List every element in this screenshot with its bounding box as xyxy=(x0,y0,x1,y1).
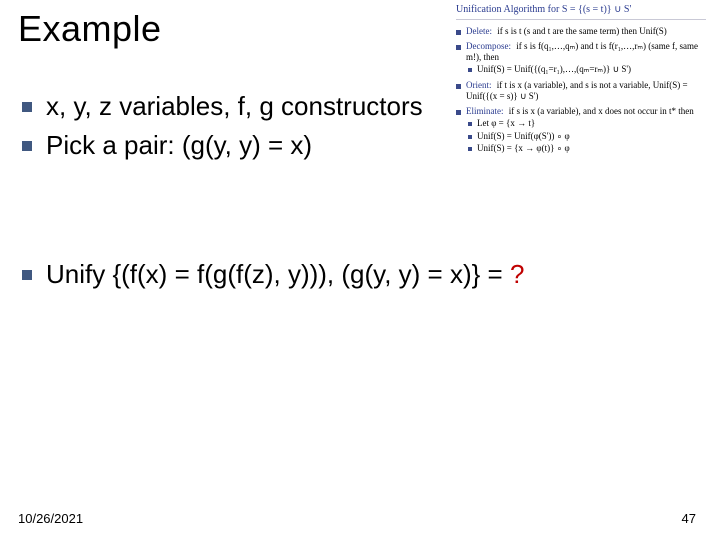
square-bullet-icon xyxy=(468,68,472,72)
ref-subitem: Unif(S) = {x → φ(t)} ∘ φ xyxy=(468,143,706,154)
ref-body: Let φ = {x → t} xyxy=(477,118,535,129)
slide: Example x, y, z variables, f, g construc… xyxy=(0,0,720,540)
footer-date: 10/26/2021 xyxy=(18,511,83,526)
ref-body: Unif(S) = Unif(φ(S')) ∘ φ xyxy=(477,131,570,142)
bullet-item-3: Unify {(f(x) = f(g(f(z), y))), (g(y, y) … xyxy=(22,258,690,291)
bullet-text: Pick a pair: (g(y, y) = x) xyxy=(46,129,312,162)
ref-subitem: Let φ = {x → t} xyxy=(468,118,706,129)
bullet-item-2: Pick a pair: (g(y, y) = x) xyxy=(22,129,460,162)
ref-body: if t is x (a variable), and s is not a v… xyxy=(466,80,688,101)
ref-body: if s is x (a variable), and x does not o… xyxy=(509,106,694,116)
bullet-text: x, y, z variables, f, g constructors xyxy=(46,90,423,123)
square-bullet-icon xyxy=(456,110,461,115)
square-bullet-icon xyxy=(468,147,472,151)
ref-item-orient: Orient: if t is x (a variable), and s is… xyxy=(456,80,706,103)
ref-body: Unif(S) = {x → φ(t)} ∘ φ xyxy=(477,143,570,154)
ref-item-eliminate: Eliminate: if s is x (a variable), and x… xyxy=(456,106,706,117)
bullet-item-1: x, y, z variables, f, g constructors xyxy=(22,90,460,123)
square-bullet-icon xyxy=(22,141,32,151)
ref-subitem: Unif(S) = Unif(φ(S')) ∘ φ xyxy=(468,131,706,142)
bullet-text: Unify {(f(x) = f(g(f(z), y))), (g(y, y) … xyxy=(46,258,524,291)
reference-heading: Unification Algorithm for S = {(s = t)} … xyxy=(456,4,706,20)
bullet3-prefix: Unify {(f(x) = f(g(f(z), y))), (g(y, y) … xyxy=(46,259,510,289)
ref-subitem: Unif(S) = Unif({(q₁=r₁),…,(qₘ=rₘ)} ∪ S') xyxy=(468,64,706,75)
square-bullet-icon xyxy=(456,84,461,89)
reference-panel: Unification Algorithm for S = {(s = t)} … xyxy=(456,4,706,154)
square-bullet-icon xyxy=(456,45,461,50)
footer-page-number: 47 xyxy=(682,511,696,526)
ref-body: if s is t (s and t are the same term) th… xyxy=(497,26,666,36)
square-bullet-icon xyxy=(468,122,472,126)
ref-label: Orient: xyxy=(466,80,492,90)
slide-title: Example xyxy=(18,8,162,50)
square-bullet-icon xyxy=(22,270,32,280)
bullet-list: x, y, z variables, f, g constructors Pic… xyxy=(22,90,460,167)
ref-label: Eliminate: xyxy=(466,106,504,116)
bullet3-question-mark: ? xyxy=(510,259,524,289)
square-bullet-icon xyxy=(468,135,472,139)
square-bullet-icon xyxy=(22,102,32,112)
square-bullet-icon xyxy=(456,30,461,35)
ref-item-delete: Delete: if s is t (s and t are the same … xyxy=(456,26,706,37)
ref-label: Decompose: xyxy=(466,41,511,51)
ref-body: Unif(S) = Unif({(q₁=r₁),…,(qₘ=rₘ)} ∪ S') xyxy=(477,64,631,75)
ref-item-decompose: Decompose: if s is f(q₁,…,qₘ) and t is f… xyxy=(456,41,706,64)
ref-label: Delete: xyxy=(466,26,492,36)
